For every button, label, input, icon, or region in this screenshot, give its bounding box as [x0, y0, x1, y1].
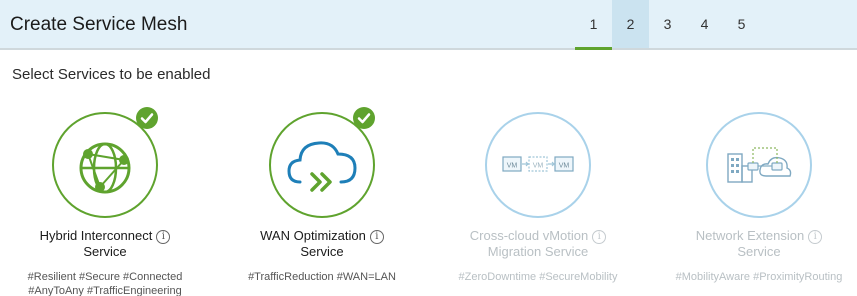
vm-migration-icon: VM VM VM [485, 112, 591, 218]
step-4[interactable]: 4 [686, 0, 723, 48]
service-name: WAN Optimization i Service [237, 228, 407, 260]
service-tags: #MobilityAware #ProximityRouting [675, 271, 843, 283]
page-title: Create Service Mesh [10, 14, 188, 35]
step-navigator: 1 2 3 4 5 [575, 0, 760, 50]
vm-label: VM [533, 163, 544, 170]
step-1[interactable]: 1 [575, 0, 612, 50]
network-extension-icon [706, 112, 812, 218]
service-name: Network Extension i Service [674, 228, 844, 260]
vm-label: VM [507, 163, 518, 170]
info-icon[interactable]: i [156, 230, 171, 244]
service-tags: #Resilient #Secure #Connected #AnyToAny … [27, 271, 183, 296]
service-card-hybrid-interconnect[interactable]: Hybrid Interconnect i Service #Resilient … [20, 107, 190, 296]
header-bar: Create Service Mesh 1 2 3 4 5 [0, 0, 857, 50]
service-card-wan-optimization[interactable]: WAN Optimization i Service #TrafficReduct… [237, 107, 407, 284]
service-name: Hybrid Interconnect i Service [20, 228, 190, 260]
service-name: Cross-cloud vMotion i Migration Service [453, 228, 623, 260]
service-toggle-wan-optimization[interactable] [267, 107, 377, 220]
section-subtitle: Select Services to be enabled [12, 66, 211, 83]
service-card-network-extension[interactable]: Network Extension i Service #MobilityAwar… [674, 110, 844, 284]
service-toggle-network-extension[interactable] [704, 110, 814, 220]
service-card-cross-cloud-vmotion[interactable]: VM VM VM Cross-cloud vMotion i Migration … [453, 110, 623, 284]
step-3[interactable]: 3 [649, 0, 686, 48]
service-tags: #TrafficReduction #WAN=LAN [248, 271, 396, 283]
info-icon[interactable]: i [369, 230, 384, 244]
check-icon [136, 107, 158, 129]
service-toggle-hybrid-interconnect[interactable] [50, 107, 160, 220]
check-icon [353, 107, 375, 129]
service-toggle-cross-cloud-vmotion[interactable]: VM VM VM [483, 110, 593, 220]
info-icon[interactable]: i [592, 230, 607, 244]
step-5[interactable]: 5 [723, 0, 760, 48]
vm-label: VM [559, 163, 570, 170]
step-2[interactable]: 2 [612, 0, 649, 48]
service-tags: #ZeroDowntime #SecureMobility [458, 271, 618, 283]
info-icon[interactable]: i [808, 230, 823, 244]
